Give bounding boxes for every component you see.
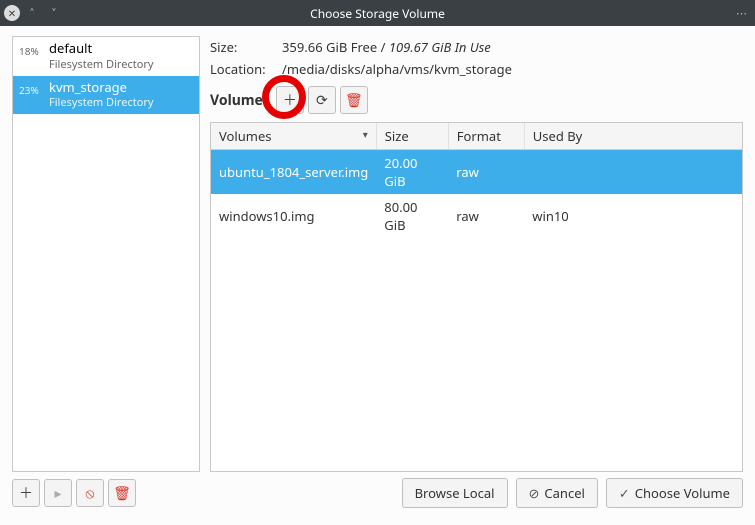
pool-type: Filesystem Directory — [49, 95, 154, 110]
cell-volume-name: windows10.img — [211, 194, 376, 238]
add-pool-button[interactable]: ＋ — [12, 479, 40, 507]
cell-size: 20.00 GiB — [376, 150, 448, 195]
cancel-icon: ⊘ — [529, 484, 540, 502]
window-title: Choose Storage Volume — [310, 5, 445, 22]
table-row[interactable]: windows10.img 80.00 GiB raw win10 — [211, 194, 742, 238]
delete-volume-button[interactable]: 🗑 — [340, 86, 368, 114]
pool-details-panel: Size: 359.66 GiB Free / 109.67 GiB In Us… — [210, 36, 743, 472]
pool-usage-pct: 18% — [19, 41, 43, 58]
cell-format: raw — [448, 194, 524, 238]
cell-format: raw — [448, 150, 524, 195]
minimize-icon[interactable]: ˄ — [22, 3, 42, 23]
col-volumes[interactable]: Volumes — [211, 123, 376, 150]
browse-local-button[interactable]: Browse Local — [402, 478, 508, 508]
cancel-button[interactable]: ⊘ Cancel — [516, 478, 598, 508]
size-label: Size: — [210, 38, 282, 56]
location-value: /media/disks/alpha/vms/kvm_storage — [282, 60, 512, 78]
volumes-label: Volumes — [210, 91, 270, 110]
cell-size: 80.00 GiB — [376, 194, 448, 238]
volumes-toolbar: Volumes ＋ ⟳ 🗑 — [210, 86, 743, 114]
pool-action-buttons: ＋ ▸ ⦸ 🗑 — [12, 479, 136, 507]
location-label: Location: — [210, 60, 282, 78]
start-pool-button[interactable]: ▸ — [44, 479, 72, 507]
titlebar: ✕ ˄ ˅ Choose Storage Volume ⋯ — [0, 0, 755, 26]
close-icon[interactable]: ✕ — [4, 5, 20, 21]
col-size[interactable]: Size — [376, 123, 448, 150]
delete-pool-button[interactable]: 🗑 — [108, 479, 136, 507]
pool-item-default[interactable]: 18% default Filesystem Directory — [13, 37, 199, 76]
col-format[interactable]: Format — [448, 123, 524, 150]
refresh-volumes-button[interactable]: ⟳ — [308, 86, 336, 114]
sidebar: 18% default Filesystem Directory 23% kvm… — [12, 36, 200, 472]
dialog-buttons: Browse Local ⊘ Cancel ✓ Choose Volume — [402, 478, 743, 508]
location-row: Location: /media/disks/alpha/vms/kvm_sto… — [210, 58, 743, 80]
footer: ＋ ▸ ⦸ 🗑 Browse Local ⊘ Cancel ✓ Choose V… — [0, 478, 755, 518]
cell-usedby: win10 — [524, 194, 742, 238]
storage-pool-list[interactable]: 18% default Filesystem Directory 23% kvm… — [12, 36, 200, 472]
pool-name: kvm_storage — [49, 80, 154, 96]
cell-usedby — [524, 150, 742, 195]
add-volume-button[interactable]: ＋ — [276, 86, 304, 114]
window-right-icons: ⋯ — [736, 6, 755, 21]
col-usedby[interactable]: Used By — [524, 123, 742, 150]
pool-usage-pct: 23% — [19, 80, 43, 97]
content-area: 18% default Filesystem Directory 23% kvm… — [0, 26, 755, 478]
check-icon: ✓ — [619, 484, 630, 502]
pool-item-kvm-storage[interactable]: 23% kvm_storage Filesystem Directory — [13, 76, 199, 115]
window-controls: ✕ ˄ ˅ — [0, 3, 64, 23]
volumes-table-container: Volumes Size Format Used By ubuntu_1804_… — [210, 122, 743, 472]
size-value: 359.66 GiB Free / 109.67 GiB In Use — [282, 38, 491, 56]
pool-name: default — [49, 41, 154, 57]
table-row[interactable]: ubuntu_1804_server.img 20.00 GiB raw — [211, 150, 742, 195]
choose-volume-button[interactable]: ✓ Choose Volume — [606, 478, 743, 508]
cell-volume-name: ubuntu_1804_server.img — [211, 150, 376, 195]
pool-type: Filesystem Directory — [49, 57, 154, 72]
volumes-table: Volumes Size Format Used By ubuntu_1804_… — [211, 123, 742, 238]
stop-pool-button[interactable]: ⦸ — [76, 479, 104, 507]
size-row: Size: 359.66 GiB Free / 109.67 GiB In Us… — [210, 36, 743, 58]
maximize-icon[interactable]: ˅ — [44, 3, 64, 23]
